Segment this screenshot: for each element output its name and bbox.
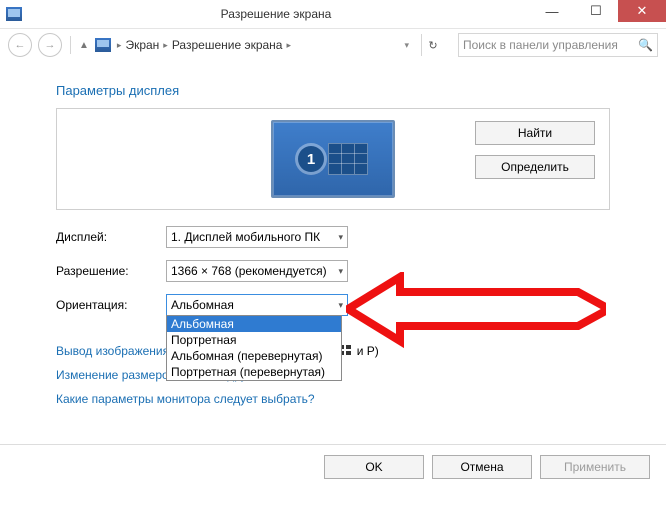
chevron-right-icon: ▸ (117, 40, 122, 51)
dialog-actions: OK Отмена Применить (0, 455, 666, 491)
chevron-right-icon: ▸ (163, 40, 168, 51)
nav-forward-button[interactable]: → (38, 33, 62, 57)
breadcrumb[interactable]: ▸ Экран ▸ Разрешение экрана ▸ (117, 38, 291, 52)
orientation-label: Ориентация: (56, 298, 166, 312)
orientation-option[interactable]: Портретная (перевернутая) (167, 364, 341, 380)
maximize-button[interactable]: ☐ (574, 0, 618, 22)
nav-divider (70, 36, 71, 54)
section-heading: Параметры дисплея (56, 83, 610, 98)
search-icon: 🔍 (638, 38, 653, 52)
orientation-combobox[interactable]: Альбомная ▾ (166, 294, 348, 316)
orientation-value: Альбомная (171, 298, 234, 312)
detect-button[interactable]: Определить (475, 155, 595, 179)
monitor-grid-icon (328, 143, 368, 175)
orientation-option[interactable]: Портретная (167, 332, 341, 348)
orientation-dropdown: Альбомная Портретная Альбомная (переверн… (166, 315, 342, 381)
find-button[interactable]: Найти (475, 121, 595, 145)
orientation-option[interactable]: Альбомная (167, 316, 341, 332)
minimize-button[interactable]: — (530, 0, 574, 22)
resolution-value: 1366 × 768 (рекомендуется) (171, 264, 327, 278)
chevron-down-icon[interactable]: ▾ (404, 40, 409, 51)
chevron-right-icon: ▸ (286, 40, 291, 51)
chevron-down-icon: ▾ (338, 232, 343, 243)
display-preview-panel: 1 Найти Определить (56, 108, 610, 210)
nav-up-icon[interactable]: ▲ (79, 40, 89, 51)
which-monitor-link[interactable]: Какие параметры монитора следует выбрать… (56, 392, 315, 406)
monitor-number: 1 (298, 146, 324, 172)
breadcrumb-item[interactable]: Разрешение экрана (172, 38, 283, 52)
apply-button[interactable]: Применить (540, 455, 650, 479)
nav-back-button[interactable]: ← (8, 33, 32, 57)
app-icon (6, 7, 22, 21)
resolution-label: Разрешение: (56, 264, 166, 278)
refresh-button[interactable]: ↻ (421, 34, 444, 56)
resolution-combobox[interactable]: 1366 × 768 (рекомендуется) ▾ (166, 260, 348, 282)
orientation-option[interactable]: Альбомная (перевернутая) (167, 348, 341, 364)
monitor-preview[interactable]: 1 (271, 120, 395, 198)
search-placeholder: Поиск в панели управления (463, 38, 618, 52)
cancel-button[interactable]: Отмена (432, 455, 532, 479)
close-button[interactable]: ✕ (618, 0, 666, 22)
window-title: Разрешение экрана (22, 7, 530, 21)
display-value: 1. Дисплей мобильного ПК (171, 230, 320, 244)
breadcrumb-item[interactable]: Экран (125, 38, 159, 52)
display-label: Дисплей: (56, 230, 166, 244)
breadcrumb-icon[interactable] (95, 38, 111, 52)
ok-button[interactable]: OK (324, 455, 424, 479)
chevron-down-icon: ▾ (338, 266, 343, 277)
settings-form: Дисплей: 1. Дисплей мобильного ПК ▾ Разр… (56, 226, 610, 316)
divider (0, 444, 666, 445)
titlebar: Разрешение экрана — ☐ ✕ (0, 0, 666, 29)
search-input[interactable]: Поиск в панели управления 🔍 (458, 33, 658, 57)
display-combobox[interactable]: 1. Дисплей мобильного ПК ▾ (166, 226, 348, 248)
nav-row: ← → ▲ ▸ Экран ▸ Разрешение экрана ▸ ▾ ↻ … (0, 29, 666, 61)
chevron-down-icon: ▾ (338, 300, 343, 311)
